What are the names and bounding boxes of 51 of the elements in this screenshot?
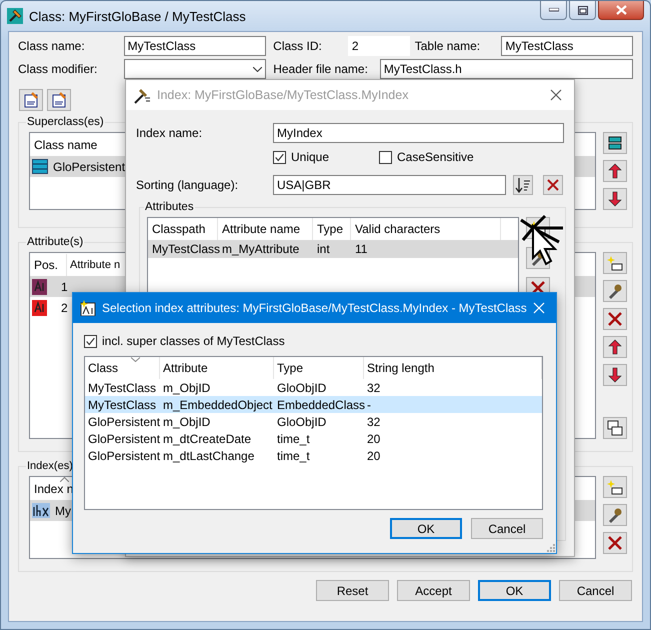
table-cell-text: 32 — [366, 380, 382, 394]
table-cell-text: GloPersistent — [87, 432, 160, 446]
table-cell-text: m_dtLastChange — [162, 448, 256, 462]
table-cell-text: EmbeddedClass — [276, 398, 364, 412]
field-label: Class ID: — [273, 39, 323, 53]
column-header: Attribute n — [69, 258, 122, 270]
column-header: Type — [274, 357, 364, 379]
column-header: String length — [364, 357, 542, 379]
checkbox-label: incl. super classes of MyTestClass — [102, 334, 285, 348]
list-cell: GloPersistent — [53, 160, 126, 174]
table-cell-text: m_MyAttribute — [221, 242, 300, 256]
list-cell: My — [55, 504, 71, 518]
window-title: Class: MyFirstGloBase / MyTestClass — [29, 8, 247, 24]
table-cell-text: 11 — [354, 242, 368, 256]
group-label: Attribute(s) — [26, 236, 84, 248]
field-label: Sorting (language): — [136, 178, 240, 192]
table-cell-text: m_ObjID — [162, 380, 212, 394]
table-cell-text: 32 — [366, 414, 382, 428]
table-cell-text: GloPersistent — [87, 414, 160, 428]
column-header: Class — [85, 357, 160, 379]
checkbox-label: Unique — [291, 150, 330, 164]
table-cell-text: m_dtCreateDate — [162, 432, 252, 446]
group-label: Attributes — [144, 201, 195, 213]
column-header: Class name — [33, 138, 98, 152]
list-cell: 2 — [61, 300, 68, 314]
table-cell-text: MyTestClass — [151, 242, 218, 256]
field-label: Header file name: — [273, 62, 369, 76]
field-label: Table name: — [414, 39, 482, 53]
group-label: Index(es) — [26, 460, 74, 472]
table-cell-text: 20 — [366, 448, 382, 462]
table-cell-text: m_EmbeddedObject — [162, 398, 274, 412]
table-cell-text: - — [366, 398, 372, 412]
field-label: Class name: — [18, 39, 86, 53]
table-cell-text: 20 — [366, 432, 382, 446]
table-cell-text: int — [316, 242, 331, 256]
field-label: Index name: — [136, 126, 204, 140]
dialog-title: Selection index attributes: MyFirstGloBase/MyTestClass.MyIndex - MyTestClass — [102, 301, 527, 315]
dialog-title: Index: MyFirstGloBase/MyTestClass.MyIndex — [157, 88, 410, 102]
checkbox-label: CaseSensitive — [397, 150, 474, 164]
table-cell-text: time_t — [276, 432, 311, 446]
list-cell: 1 — [61, 280, 68, 294]
field-label: Class modifier: — [18, 62, 98, 76]
table-cell-text: m_ObjID — [162, 414, 212, 428]
table-cell-text: GloPersistent — [87, 448, 160, 462]
table-cell-text: GloObjID — [276, 380, 328, 394]
table-cell-text: MyTestClass — [87, 380, 158, 394]
table-cell-text: MyTestClass — [87, 398, 158, 412]
table-cell-text: GloObjID — [276, 414, 328, 428]
table-cell-text: time_t — [276, 448, 311, 462]
group-label: Superclass(es) — [26, 116, 105, 128]
column-header: Attribute — [160, 357, 274, 379]
